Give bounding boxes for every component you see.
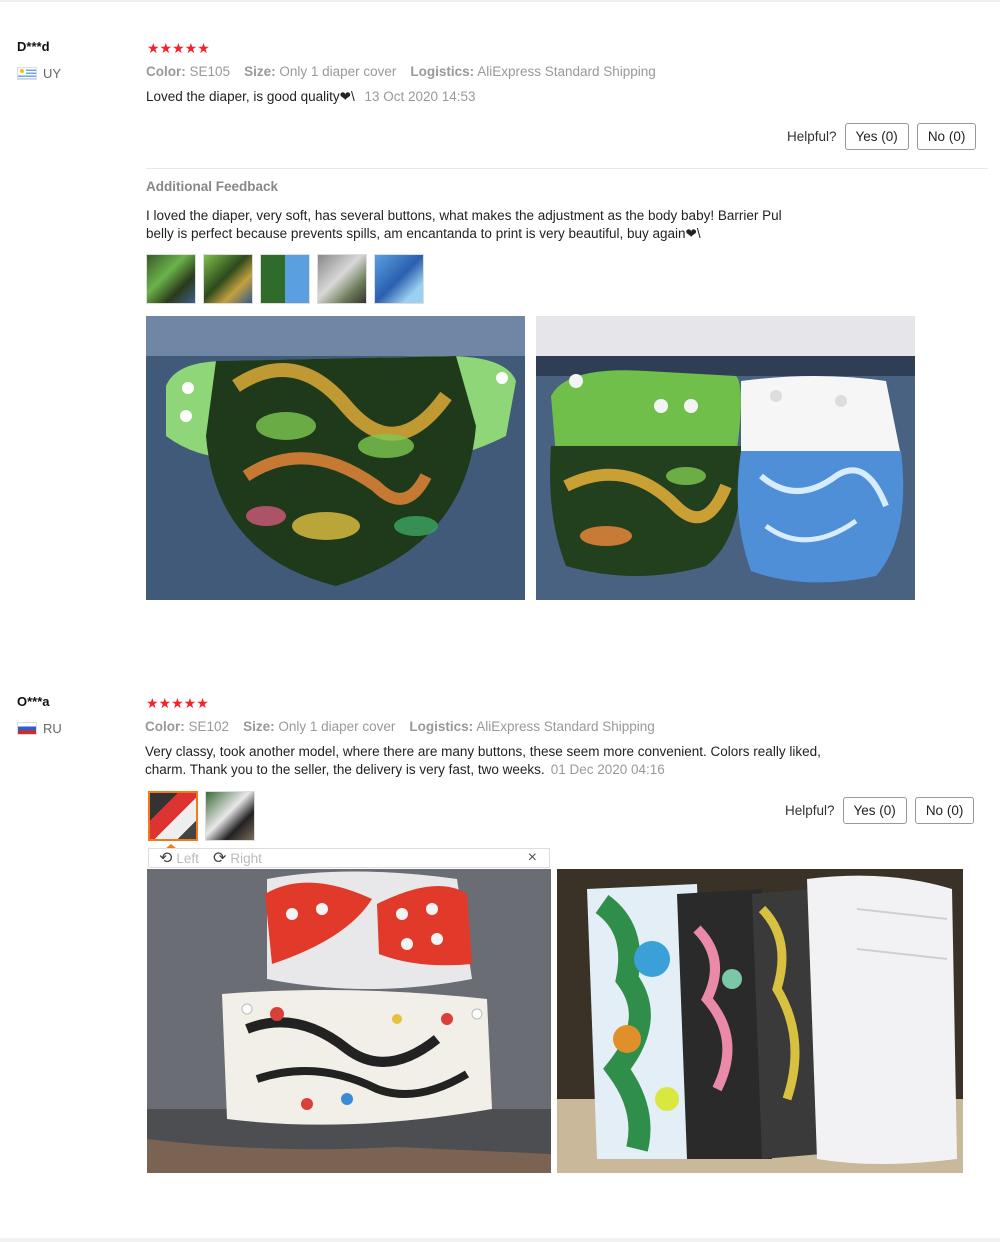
helpful-label: Helpful? <box>787 129 837 144</box>
helpful-no-button[interactable]: No (0) <box>914 797 975 824</box>
rotate-left-button[interactable]: Left <box>176 851 199 866</box>
helpful-yes-button[interactable]: Yes (0) <box>844 123 909 150</box>
size-label: Size: <box>244 64 276 79</box>
photo-thumbnail[interactable] <box>374 254 424 304</box>
logistics-value: AliExpress Standard Shipping <box>477 64 656 79</box>
helpful-yes-button[interactable]: Yes (0) <box>842 797 907 824</box>
review-body-line: Very classy, took another model, where t… <box>145 744 821 759</box>
diaper-photo-red <box>147 869 551 1173</box>
color-value: SE105 <box>189 64 231 79</box>
review-photo-enlarged[interactable] <box>557 869 963 1173</box>
helpful-label: Helpful? <box>785 803 835 818</box>
size-value: Only 1 diaper cover <box>279 64 397 79</box>
additional-feedback-line: I loved the diaper, very soft, has sever… <box>146 208 782 223</box>
close-icon[interactable]: × <box>528 849 537 867</box>
review-date: 13 Oct 2020 14:53 <box>364 89 476 104</box>
review-photo[interactable] <box>536 316 915 600</box>
review-meta: Color: SE102 Size: Only 1 diaper cover L… <box>145 719 655 734</box>
helpful-controls: Helpful? Yes (0) No (0) <box>785 797 975 824</box>
review-body: Loved the diaper, is good quality❤\ <box>146 89 355 104</box>
additional-feedback-line: belly is perfect because prevents spills… <box>146 226 701 241</box>
review-photo-enlarged[interactable] <box>147 869 551 1173</box>
diaper-photo-pair <box>536 316 915 600</box>
photo-rotate-toolbar: ⟲ Left ⟳ Right × <box>148 848 550 868</box>
color-label: Color: <box>146 64 186 79</box>
rotate-right-icon[interactable]: ⟳ <box>213 848 226 868</box>
diaper-photo-packages <box>557 869 963 1173</box>
reviewer-country: UY <box>17 66 61 81</box>
color-value: SE102 <box>188 719 230 734</box>
review-photo[interactable] <box>146 316 525 600</box>
review-text: Very classy, took another model, where t… <box>145 743 821 779</box>
photo-thumbnail-selected[interactable] <box>148 791 198 841</box>
uruguay-flag-icon <box>17 67 37 80</box>
logistics-label: Logistics: <box>410 64 475 79</box>
reviewer-country: RU <box>17 721 62 736</box>
rotate-right-button[interactable]: Right <box>230 851 262 866</box>
country-code: UY <box>43 66 62 81</box>
photo-thumbnails <box>146 254 424 304</box>
reviewer-name: D***d <box>17 39 50 54</box>
review-body-line: charm. Thank you to the seller, the deli… <box>145 762 545 777</box>
reviewer-name: O***a <box>17 694 50 709</box>
additional-feedback-title: Additional Feedback <box>146 179 279 194</box>
photo-thumbnail[interactable] <box>205 791 255 841</box>
color-label: Color: <box>145 719 185 734</box>
photo-thumbnails <box>148 791 255 841</box>
review-card-2: O***a RU ★★★★★ Color: SE102 Size: Only 1… <box>0 655 1000 1215</box>
logistics-value: AliExpress Standard Shipping <box>476 719 655 734</box>
size-label: Size: <box>243 719 275 734</box>
country-code: RU <box>43 721 62 736</box>
photo-thumbnail[interactable] <box>146 254 196 304</box>
additional-feedback-text: I loved the diaper, very soft, has sever… <box>146 207 782 243</box>
diaper-photo-jungle <box>146 316 525 600</box>
review-date: 01 Dec 2020 04:16 <box>550 762 665 777</box>
rotate-left-icon[interactable]: ⟲ <box>159 848 172 868</box>
star-rating: ★★★★★ <box>147 40 210 56</box>
review-card-1: D***d UY ★★★★★ Color: SE105 Size: Only 1… <box>0 0 1000 620</box>
star-rating: ★★★★★ <box>146 695 209 711</box>
photo-thumbnail[interactable] <box>203 254 253 304</box>
size-value: Only 1 diaper cover <box>278 719 396 734</box>
review-text: Loved the diaper, is good quality❤\ 13 O… <box>146 88 476 106</box>
bottom-divider <box>0 1238 1000 1242</box>
russia-flag-icon <box>17 722 37 735</box>
section-divider <box>146 168 988 169</box>
review-meta: Color: SE105 Size: Only 1 diaper cover L… <box>146 64 656 79</box>
photo-thumbnail[interactable] <box>260 254 310 304</box>
photo-thumbnail[interactable] <box>317 254 367 304</box>
helpful-controls: Helpful? Yes (0) No (0) <box>787 123 977 150</box>
logistics-label: Logistics: <box>409 719 474 734</box>
helpful-no-button[interactable]: No (0) <box>916 123 977 150</box>
